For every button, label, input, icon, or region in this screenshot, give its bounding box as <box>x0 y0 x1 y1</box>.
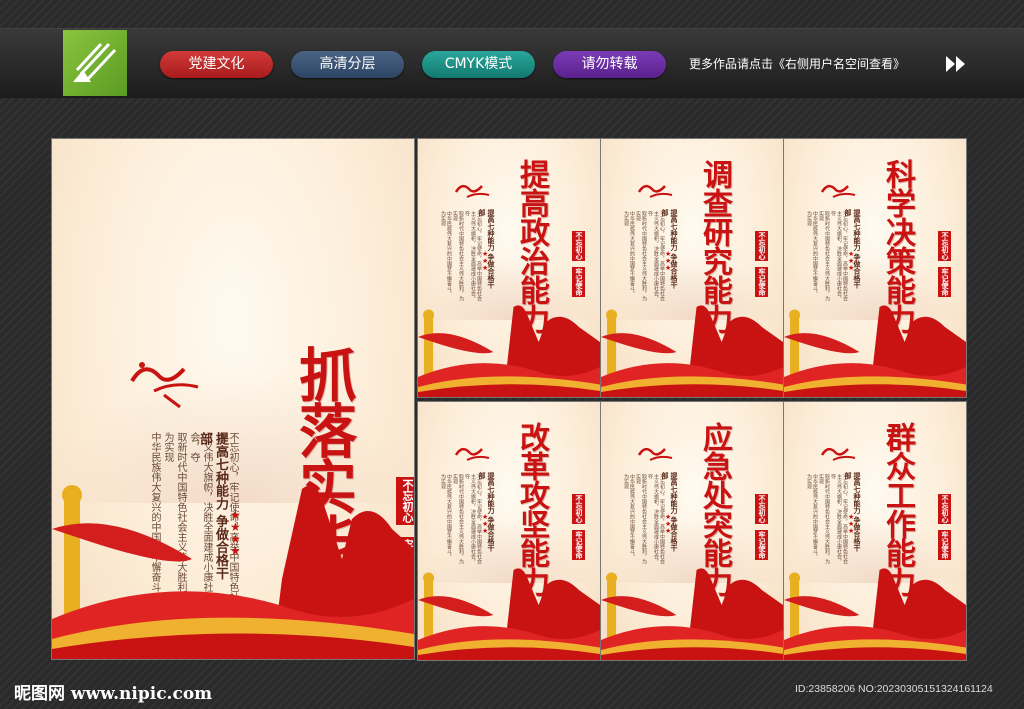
body-line: 主义伟大旗帜，决胜全面建成小康社会，夺 <box>464 474 476 564</box>
motto-1: 不忘初心 <box>938 231 951 261</box>
poster-small: 不忘初心，牢记使命，高举中国特色社会 主义伟大旗帜，决胜全面建成小康社会，夺 取新时… <box>601 402 783 660</box>
site-logo <box>63 30 127 96</box>
more-works-link[interactable]: 更多作品请点击《右侧用户名空间查看》 <box>689 51 905 78</box>
stars-decoration: ★ ★ ★ <box>848 250 855 272</box>
body-line: 为实现 <box>440 211 446 226</box>
body-line: 为实现 <box>440 474 446 489</box>
slogan: 提高七种能力 争做合格干部 <box>844 472 862 552</box>
body-line: 取新时代中国特色社会主义伟大胜利，为实现 <box>818 474 830 564</box>
motto-1: 不忘初心 <box>572 494 585 524</box>
tag-party-culture[interactable]: 党建文化 <box>160 51 273 78</box>
poster-small: 不忘初心，牢记使命，高举中国特色社会 主义伟大旗帜，决胜全面建成小康社会，夺 取新时… <box>784 139 966 397</box>
footer-site-logo: 昵图网 www.nipic.com <box>14 684 213 704</box>
motto-2: 牢记使命 <box>938 530 951 560</box>
body-line: 主义伟大旗帜，决胜全面建成小康社会，夺 <box>830 474 842 564</box>
china-dream-logo <box>454 447 490 461</box>
poster-small: 不忘初心，牢记使命，高举中国特色社会 主义伟大旗帜，决胜全面建成小康社会，夺 取新时… <box>784 402 966 660</box>
red-ribbon-art <box>418 568 600 660</box>
body-line: 为实现 <box>623 474 629 489</box>
poster-small: 不忘初心，牢记使命，高举中国特色社会 主义伟大旗帜，决胜全面建成小康社会，夺 取新时… <box>418 139 600 397</box>
motto-1: 不忘初心 <box>755 231 768 261</box>
stars-decoration: ★ ★ ★ <box>848 513 855 535</box>
body-line: 为实现 <box>623 211 629 226</box>
slogan: 提高七种能力 争做合格干部 <box>661 472 679 552</box>
red-ribbon-art <box>784 305 966 397</box>
motto-1: 不忘初心 <box>755 494 768 524</box>
china-dream-logo <box>454 184 490 198</box>
china-dream-logo <box>820 184 856 198</box>
body-line: 中华民族伟大复兴的中国梦不懈奋斗。 <box>629 211 635 296</box>
stars-decoration: ★ ★ ★ <box>665 513 672 535</box>
body-line: 中华民族伟大复兴的中国梦不懈奋斗。 <box>629 474 635 559</box>
body-line: 中华民族伟大复兴的中国梦不懈奋斗。 <box>812 474 818 559</box>
red-ribbon-art <box>601 305 783 397</box>
motto-2: 牢记使命 <box>755 267 768 297</box>
slogan: 提高七种能力 争做合格干部 <box>844 209 862 289</box>
china-dream-logo <box>130 362 199 409</box>
body-line: 中华民族伟大复兴的中国梦不懈奋斗。 <box>446 211 452 296</box>
slogan: 提高七种能力 争做合格干部 <box>478 209 496 289</box>
stars-decoration: ★ ★ ★ <box>482 250 489 272</box>
poster-main: 不忘初心，牢记使命，高举中国特色社会 主义伟大旗帜，决胜全面建成小康社会，夺 取… <box>52 139 414 659</box>
tag-cmyk[interactable]: CMYK模式 <box>422 51 535 78</box>
body-line: 取新时代中国特色社会主义伟大胜利，为实现 <box>452 474 464 564</box>
slogan: 提高七种能力 争做合格干部 <box>478 472 496 552</box>
body-line: 中华民族伟大复兴的中国梦不懈奋斗。 <box>446 474 452 559</box>
body-text: 不忘初心，牢记使命，高举中国特色社会 主义伟大旗帜，决胜全面建成小康社会，夺 取新时… <box>440 211 482 301</box>
body-line: 主义伟大旗帜，决胜全面建成小康社会，夺 <box>647 474 659 564</box>
body-line: 为实现 <box>806 211 812 226</box>
motto-2: 牢记使命 <box>755 530 768 560</box>
body-text: 不忘初心，牢记使命，高举中国特色社会 主义伟大旗帜，决胜全面建成小康社会，夺 取新时… <box>623 211 665 301</box>
red-ribbon-art <box>52 485 414 659</box>
motto-2: 牢记使命 <box>572 530 585 560</box>
china-dream-logo <box>637 447 673 461</box>
red-ribbon-art <box>601 568 783 660</box>
body-line: 主义伟大旗帜，决胜全面建成小康社会，夺 <box>830 211 842 301</box>
body-line: 取新时代中国特色社会主义伟大胜利，为实现 <box>635 211 647 301</box>
body-line: 为实现 <box>806 474 812 489</box>
double-arrow-icon[interactable] <box>944 55 970 73</box>
poster-small: 不忘初心，牢记使命，高举中国特色社会 主义伟大旗帜，决胜全面建成小康社会，夺 取新时… <box>601 139 783 397</box>
body-text: 不忘初心，牢记使命，高举中国特色社会 主义伟大旗帜，决胜全面建成小康社会，夺 取新时… <box>806 474 848 564</box>
body-text: 不忘初心，牢记使命，高举中国特色社会 主义伟大旗帜，决胜全面建成小康社会，夺 取新时… <box>440 474 482 564</box>
motto-1: 不忘初心 <box>938 494 951 524</box>
red-ribbon-art <box>784 568 966 660</box>
body-line: 取新时代中国特色社会主义伟大胜利，为实现 <box>635 474 647 564</box>
tag-no-repost[interactable]: 请勿转载 <box>553 51 666 78</box>
footer-id: ID:23858206 NO:20230305151324161124 <box>795 683 993 695</box>
stars-decoration: ★ ★ ★ <box>482 513 489 535</box>
body-line: 主义伟大旗帜，决胜全面建成小康社会，夺 <box>647 211 659 301</box>
tag-hd-layered[interactable]: 高清分层 <box>291 51 404 78</box>
body-text: 不忘初心，牢记使命，高举中国特色社会 主义伟大旗帜，决胜全面建成小康社会，夺 取新时… <box>806 211 848 301</box>
body-line: 取新时代中国特色社会主义伟大胜利，为实现 <box>818 211 830 301</box>
motto-1: 不忘初心 <box>572 231 585 261</box>
body-line: 取新时代中国特色社会主义伟大胜利，为实现 <box>452 211 464 301</box>
body-line: 中华民族伟大复兴的中国梦不懈奋斗。 <box>812 211 818 296</box>
red-ribbon-art <box>418 305 600 397</box>
body-line: 主义伟大旗帜，决胜全面建成小康社会，夺 <box>464 211 476 301</box>
motto-2: 牢记使命 <box>938 267 951 297</box>
china-dream-logo <box>820 447 856 461</box>
stars-decoration: ★ ★ ★ <box>665 250 672 272</box>
slogan: 提高七种能力 争做合格干部 <box>661 209 679 289</box>
motto-2: 牢记使命 <box>572 267 585 297</box>
body-text: 不忘初心，牢记使命，高举中国特色社会 主义伟大旗帜，决胜全面建成小康社会，夺 取新时… <box>623 474 665 564</box>
china-dream-logo <box>637 184 673 198</box>
poster-small: 不忘初心，牢记使命，高举中国特色社会 主义伟大旗帜，决胜全面建成小康社会，夺 取新时… <box>418 402 600 660</box>
